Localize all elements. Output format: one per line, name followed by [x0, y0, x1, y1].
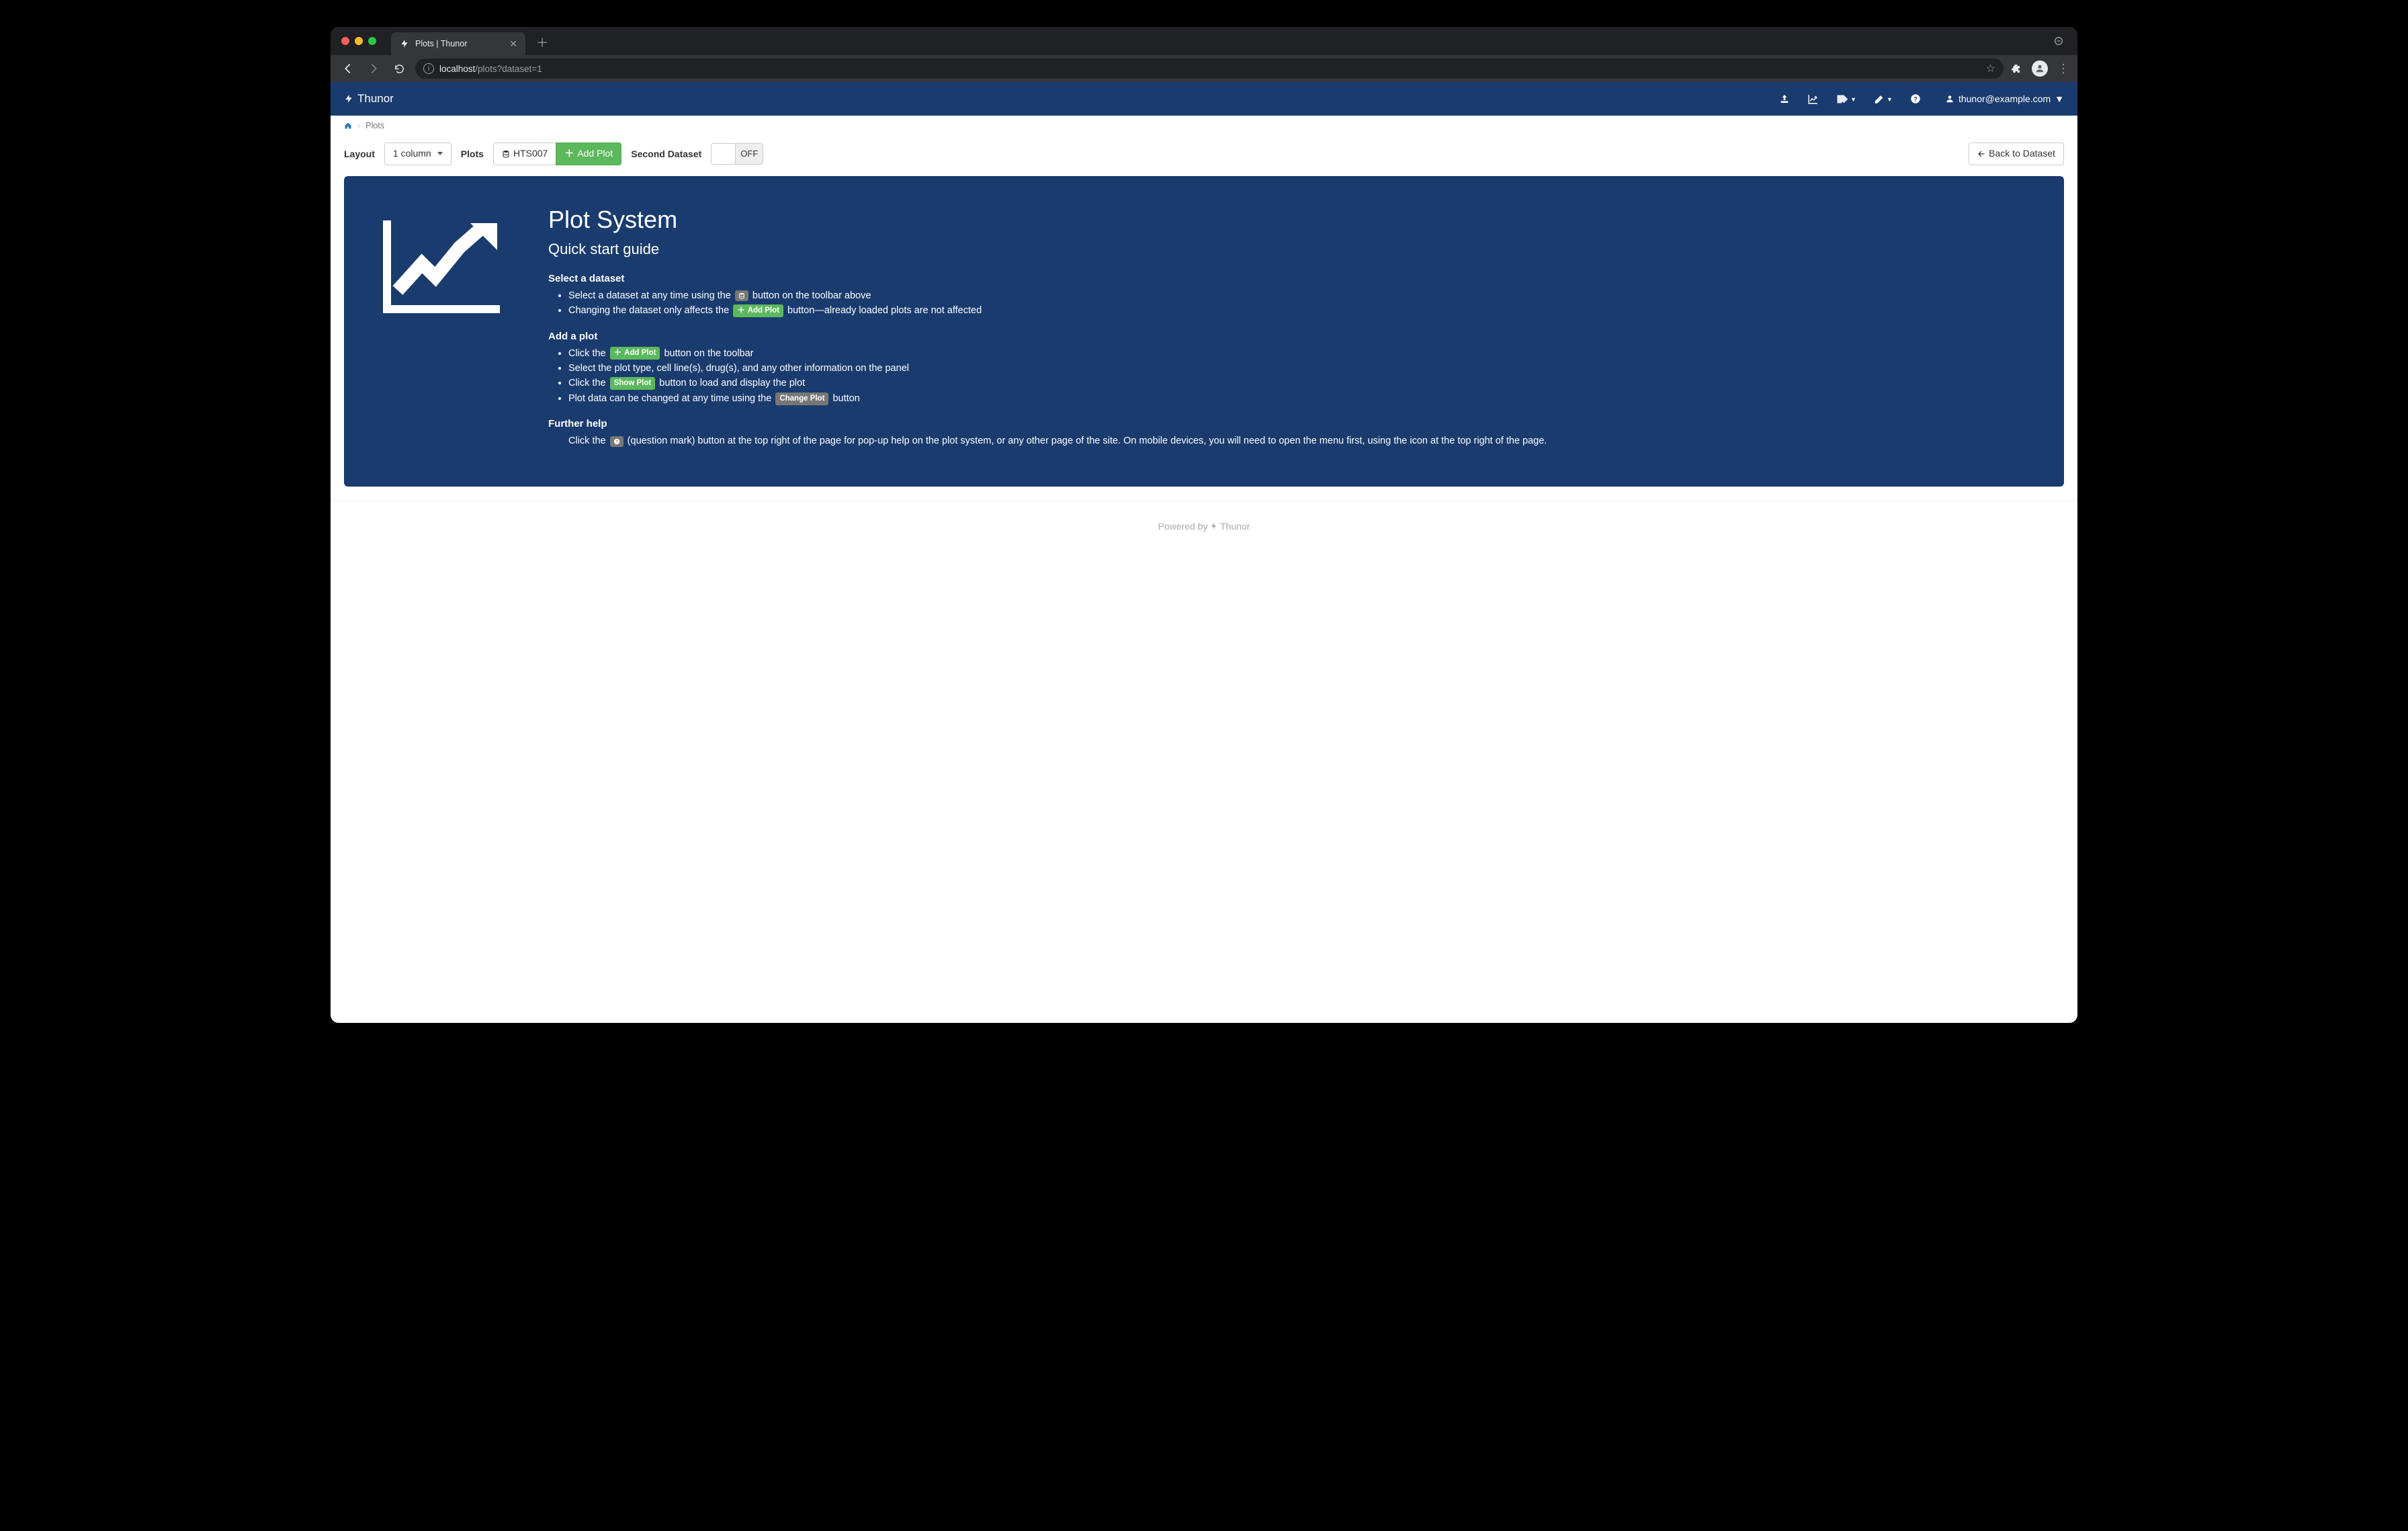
- browser-menu-icon[interactable]: ⋮: [2057, 62, 2069, 76]
- footer-bolt-icon: [1210, 521, 1220, 532]
- toggle-handle: [712, 144, 736, 164]
- site-info-icon[interactable]: i: [423, 63, 434, 74]
- add-plot-badge-2: ＋ Add Plot: [610, 347, 660, 360]
- browser-toolbar: i localhost/plots?dataset=1 ☆ ⋮: [331, 55, 2077, 82]
- bookmark-star-icon[interactable]: ☆: [1986, 62, 1995, 75]
- footer-brand: Thunor: [1220, 521, 1250, 532]
- database-badge-icon: [735, 290, 748, 301]
- address-bar[interactable]: i localhost/plots?dataset=1 ☆: [415, 58, 2004, 79]
- guide-body: Plot System Quick start guide Select a d…: [548, 206, 1547, 449]
- database-icon: [502, 150, 510, 158]
- plus-icon: ＋: [564, 147, 574, 161]
- reload-button[interactable]: [390, 59, 408, 78]
- breadcrumb-current: Plots: [366, 121, 384, 130]
- profile-avatar-icon[interactable]: [2032, 60, 2048, 77]
- sect2-heading: Add a plot: [548, 331, 1547, 342]
- navbar-right: ▼ ▼ ? thunor@example.com ▼: [1779, 93, 2064, 105]
- window-controls: [341, 37, 376, 45]
- brand[interactable]: Thunor: [344, 92, 394, 106]
- plots-label: Plots: [461, 149, 484, 159]
- minimize-window-button[interactable]: [355, 37, 363, 45]
- browser-window: Plots | Thunor ✕ ＋ i localhost/plots?dat…: [331, 27, 2077, 1023]
- add-plot-button[interactable]: ＋ Add Plot: [556, 142, 621, 165]
- app-navbar: Thunor ▼ ▼ ?: [331, 82, 2077, 116]
- browser-tab[interactable]: Plots | Thunor ✕: [391, 32, 525, 55]
- sect2-item3: Click the Show Plot button to load and d…: [568, 376, 1547, 390]
- footer-powered-by: Powered by: [1158, 521, 1208, 532]
- layout-dropdown[interactable]: 1 column: [384, 142, 452, 165]
- guide-title: Plot System: [548, 206, 1547, 234]
- maximize-window-button[interactable]: [368, 37, 376, 45]
- chart-icon[interactable]: [1807, 93, 1819, 105]
- breadcrumb-separator: ›: [357, 121, 360, 130]
- layout-value: 1 column: [393, 147, 431, 161]
- guide-subtitle: Quick start guide: [548, 241, 1547, 258]
- forward-button[interactable]: [364, 59, 383, 78]
- dataset-name: HTS007: [513, 147, 548, 161]
- second-dataset-toggle[interactable]: OFF: [711, 143, 763, 165]
- back-button[interactable]: [339, 59, 357, 78]
- tab-strip-overflow-icon[interactable]: [2053, 36, 2069, 46]
- tab-title: Plots | Thunor: [415, 39, 504, 48]
- user-email: thunor@example.com: [1959, 93, 2051, 104]
- tags-dropdown-icon[interactable]: ▼: [1836, 93, 1856, 105]
- sect1-item1: Select a dataset at any time using the b…: [568, 288, 1547, 303]
- help-badge-icon: ?: [610, 436, 624, 447]
- chart-illustration-icon: [376, 206, 511, 320]
- page-viewport: Thunor ▼ ▼ ?: [331, 82, 2077, 1023]
- back-to-dataset-button[interactable]: Back to Dataset: [1969, 142, 2064, 165]
- svg-text:?: ?: [1914, 95, 1918, 102]
- close-window-button[interactable]: [341, 37, 349, 45]
- help-icon[interactable]: ?: [1910, 93, 1921, 104]
- chevron-down-icon: ▼: [2055, 93, 2064, 104]
- sect3-paragraph: Click the ? (question mark) button at th…: [568, 433, 1547, 448]
- quick-start-panel: Plot System Quick start guide Select a d…: [344, 176, 2064, 487]
- url-path: /plots?dataset=1: [475, 64, 542, 74]
- show-plot-badge: Show Plot: [610, 377, 656, 390]
- edit-dropdown-icon[interactable]: ▼: [1874, 93, 1893, 105]
- breadcrumb-home[interactable]: [344, 122, 352, 130]
- add-plot-badge: ＋ Add Plot: [733, 304, 783, 317]
- tab-close-button[interactable]: ✕: [509, 39, 517, 48]
- footer: Powered by Thunor: [331, 500, 2077, 706]
- upload-icon[interactable]: [1779, 93, 1790, 104]
- home-icon: [344, 122, 352, 130]
- second-dataset-label: Second Dataset: [631, 149, 701, 159]
- sect2-item2: Select the plot type, cell line(s), drug…: [568, 361, 1547, 376]
- new-tab-button[interactable]: ＋: [532, 33, 552, 53]
- breadcrumb: › Plots: [331, 116, 2077, 136]
- svg-text:?: ?: [615, 440, 618, 444]
- plot-toolbar: Layout 1 column Plots HTS007 ＋ Add Plot …: [331, 136, 2077, 176]
- sect1-item2: Changing the dataset only affects the ＋ …: [568, 303, 1547, 318]
- layout-label: Layout: [344, 149, 375, 159]
- toggle-state: OFF: [736, 144, 763, 164]
- arrow-left-icon: [1977, 150, 1985, 158]
- sect2-item4: Plot data can be changed at any time usi…: [568, 391, 1547, 406]
- sect2-item1: Click the ＋ Add Plot button on the toolb…: [568, 346, 1547, 361]
- url-host: localhost: [439, 64, 475, 74]
- caret-down-icon: [437, 152, 443, 155]
- plots-button-group: HTS007 ＋ Add Plot: [493, 142, 621, 165]
- extensions-icon[interactable]: [2010, 63, 2022, 75]
- dataset-button[interactable]: HTS007: [493, 142, 556, 165]
- user-menu[interactable]: thunor@example.com ▼: [1945, 93, 2064, 104]
- change-plot-badge: Change Plot: [775, 392, 828, 405]
- user-icon: [1945, 94, 1954, 104]
- add-plot-label: Add Plot: [577, 147, 613, 161]
- bolt-icon: [344, 93, 353, 104]
- brand-label: Thunor: [357, 92, 394, 106]
- back-to-dataset-label: Back to Dataset: [1989, 147, 2055, 161]
- sect1-heading: Select a dataset: [548, 273, 1547, 284]
- sect3-heading: Further help: [548, 418, 1547, 429]
- browser-tab-strip: Plots | Thunor ✕ ＋: [331, 27, 2077, 55]
- tab-favicon: [399, 38, 410, 49]
